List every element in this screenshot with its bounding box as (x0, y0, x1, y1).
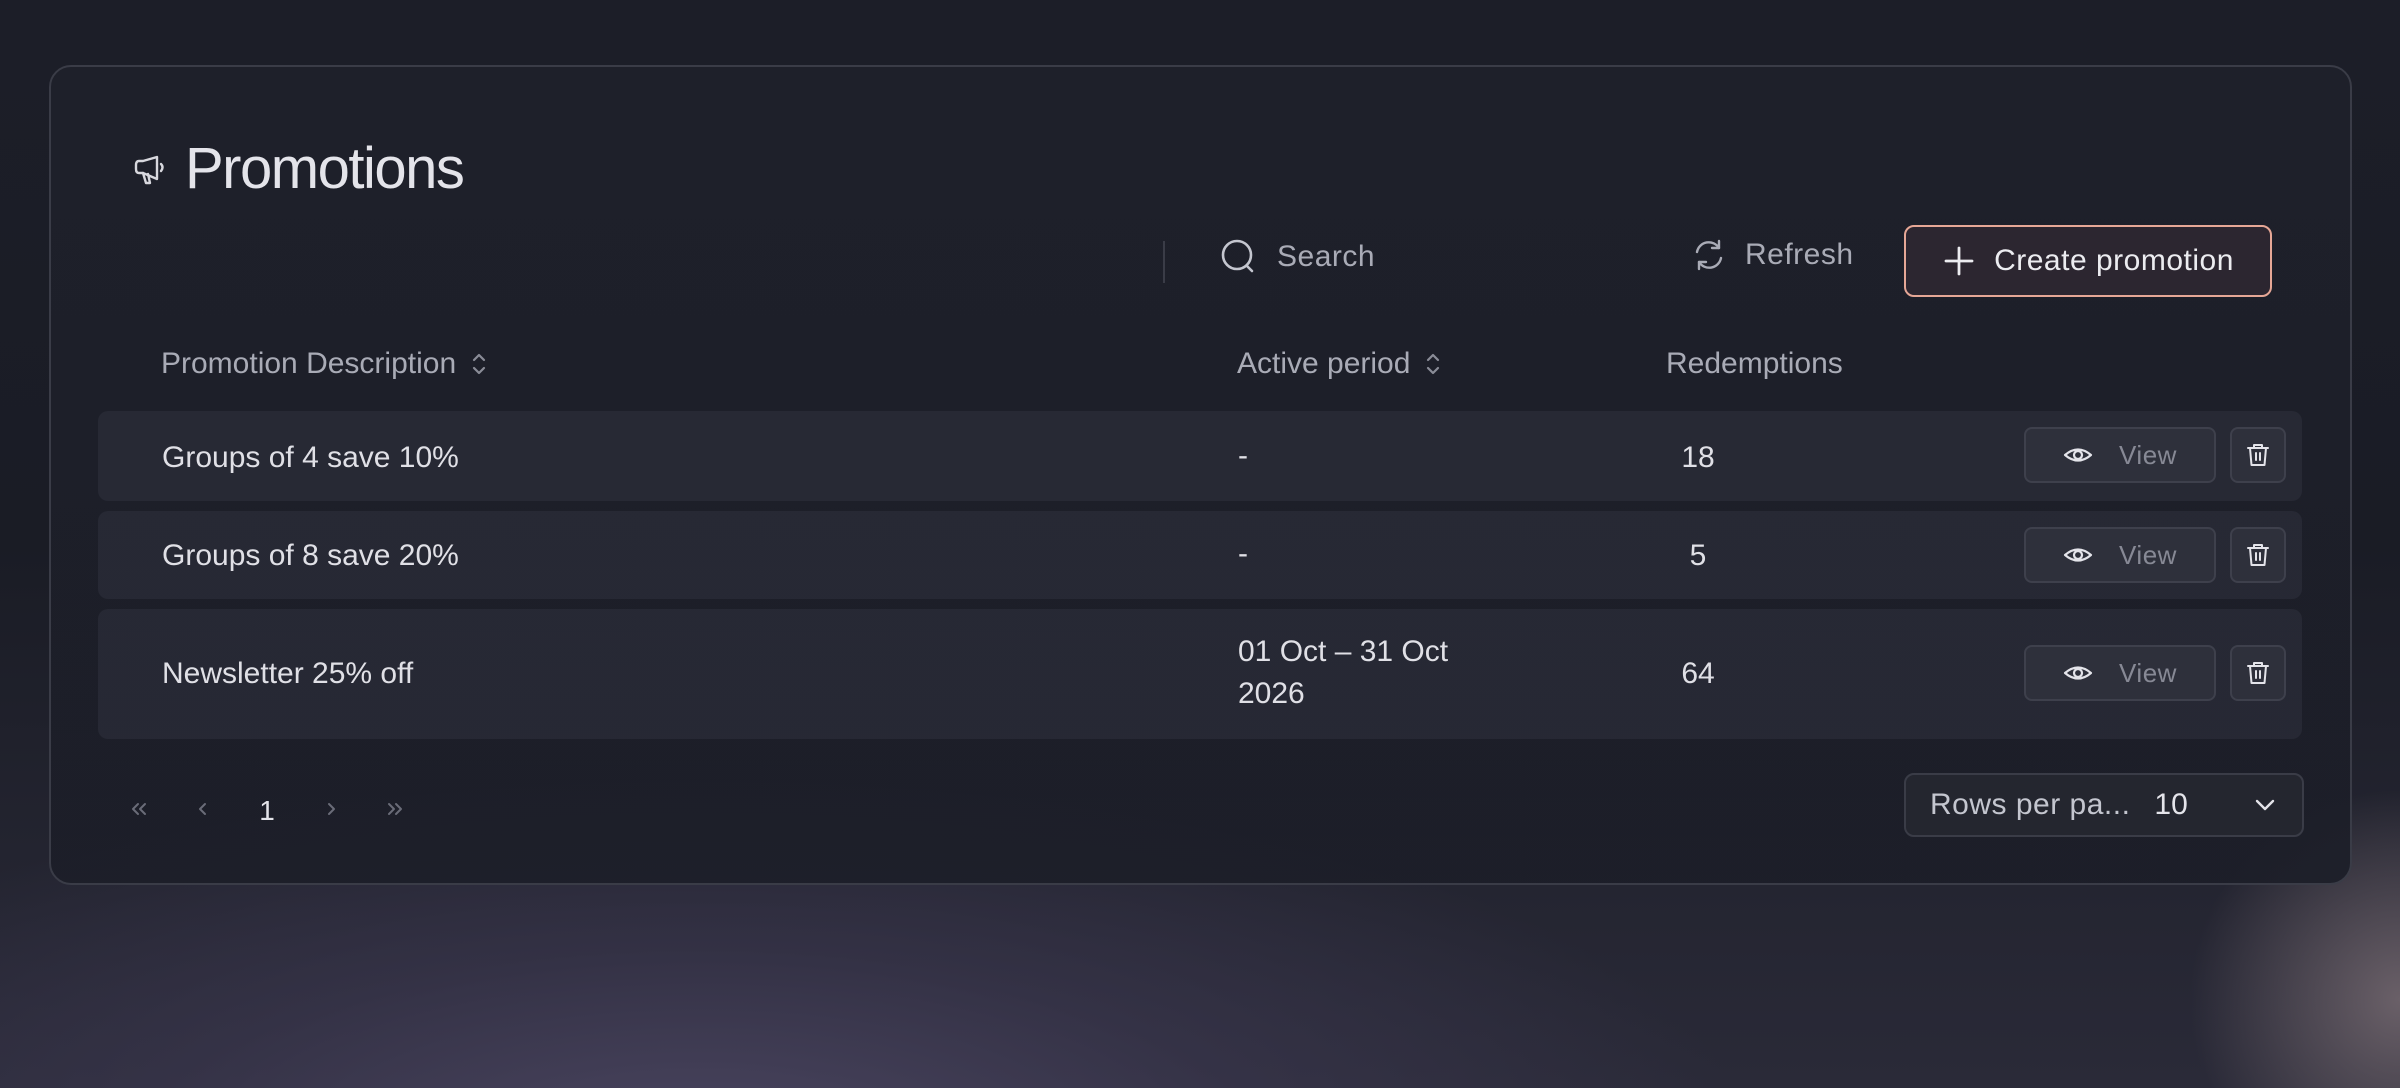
active-period-line: 01 Oct – 31 Oct (1238, 635, 1449, 668)
sort-icon (1427, 353, 1440, 375)
column-header-period-label: Active period (1237, 347, 1411, 380)
plus-icon (1944, 246, 1974, 276)
trash-icon (2247, 444, 2269, 466)
double-chevron-left-icon (132, 803, 146, 815)
page-number-button[interactable]: 1 (235, 795, 299, 827)
pagination: 1 (107, 787, 427, 835)
table-row: Newsletter 25% off 01 Oct – 31 Oct 2026 … (98, 609, 2302, 739)
rows-per-page-select[interactable]: Rows per pa... 10 (1904, 773, 2304, 837)
sort-icon (473, 353, 486, 375)
megaphone-icon (134, 155, 164, 184)
column-header-description-label: Promotion Description (161, 347, 457, 380)
trash-icon (2247, 662, 2269, 684)
next-page-button[interactable] (299, 794, 363, 828)
create-promotion-label: Create promotion (1994, 244, 2234, 277)
chevron-down-icon (2255, 799, 2275, 811)
table-row: Groups of 4 save 10% - 18 View (98, 411, 2302, 501)
trash-icon (2247, 544, 2269, 566)
delete-button[interactable] (2230, 645, 2286, 701)
eye-icon (2063, 548, 2093, 562)
view-label: View (2119, 439, 2177, 470)
promotion-description: Newsletter 25% off (162, 657, 414, 690)
refresh-button[interactable]: Refresh (1691, 237, 1854, 273)
chevron-left-icon (199, 803, 206, 815)
refresh-label: Refresh (1745, 238, 1854, 271)
column-header-period[interactable]: Active period (1237, 347, 1442, 381)
promotion-description: Groups of 8 save 20% (162, 539, 459, 572)
promotion-description: Groups of 4 save 10% (162, 441, 459, 474)
active-period: - (1238, 537, 1248, 570)
delete-button[interactable] (2230, 427, 2286, 483)
chevron-right-icon (328, 803, 335, 815)
create-promotion-button[interactable]: Create promotion (1904, 225, 2272, 297)
view-button[interactable]: View (2024, 427, 2216, 483)
promotions-card: Promotions Search Refresh Create promoti… (49, 65, 2352, 885)
active-period: 01 Oct – 31 Oct 2026 (1238, 631, 1448, 715)
rows-per-page-label: Rows per pa... (1930, 788, 2131, 821)
active-period-line: 2026 (1238, 677, 1305, 710)
redemptions-count: 64 (1681, 657, 1715, 690)
search-icon (1221, 239, 1254, 273)
page-header: Promotions (131, 135, 465, 202)
redemptions-count: 5 (1689, 539, 1707, 572)
previous-page-button[interactable] (171, 794, 235, 828)
search-input[interactable]: Search (1277, 240, 1375, 274)
double-chevron-right-icon (388, 803, 402, 815)
view-label: View (2119, 539, 2177, 570)
view-button[interactable]: View (2024, 645, 2216, 701)
view-button[interactable]: View (2024, 527, 2216, 583)
column-header-redemptions: Redemptions (1666, 347, 1843, 381)
toolbar-divider (1163, 241, 1165, 283)
active-period: - (1238, 439, 1248, 472)
rows-per-page-value: 10 (2154, 788, 2188, 821)
table-row: Groups of 8 save 20% - 5 View (98, 511, 2302, 599)
delete-button[interactable] (2230, 527, 2286, 583)
column-header-description[interactable]: Promotion Description (161, 347, 488, 381)
column-header-redemptions-label: Redemptions (1666, 347, 1843, 380)
eye-icon (2063, 666, 2093, 680)
first-page-button[interactable] (107, 794, 171, 828)
page-title: Promotions (185, 136, 465, 201)
last-page-button[interactable] (363, 794, 427, 828)
redemptions-count: 18 (1681, 441, 1715, 474)
refresh-icon (1695, 239, 1723, 271)
view-label: View (2119, 657, 2177, 688)
eye-icon (2063, 448, 2093, 462)
search-field[interactable]: Search (1219, 237, 1375, 277)
